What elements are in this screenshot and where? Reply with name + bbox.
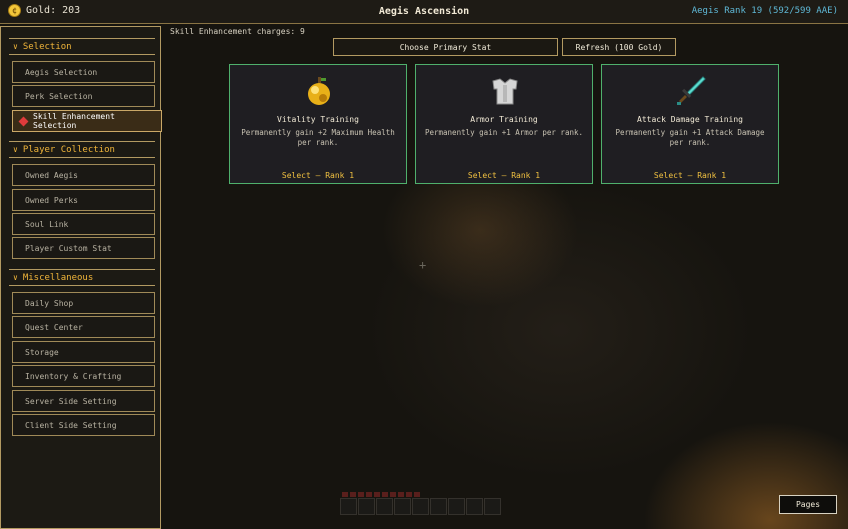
chevron-down-icon: ∨ — [13, 273, 18, 282]
pages-button[interactable]: Pages — [779, 495, 837, 514]
skill-card-armor[interactable]: Armor Training Permanently gain +1 Armor… — [415, 64, 593, 184]
sidebar-item-daily-shop[interactable]: Daily Shop — [12, 292, 155, 314]
card-description: Permanently gain +1 Armor per rank. — [424, 128, 584, 137]
sidebar-item-skill-enhancement-selection[interactable]: Skill Enhancement Selection — [12, 110, 162, 132]
sidebar-item-label: Quest Center — [25, 322, 83, 332]
sidebar-item-label: Daily Shop — [25, 298, 74, 308]
hotbar-slot — [376, 498, 393, 515]
refresh-button[interactable]: Refresh (100 Gold) — [562, 38, 676, 56]
sidebar: ∨ Selection Aegis Selection Perk Selecti… — [0, 26, 162, 529]
hotbar-slot — [412, 498, 429, 515]
choose-primary-stat-button[interactable]: Choose Primary Stat — [333, 38, 558, 56]
health-bar — [342, 492, 420, 497]
sidebar-item-owned-perks[interactable]: Owned Perks — [12, 189, 155, 211]
chevron-down-icon: ∨ — [13, 42, 18, 51]
skill-card-attack-damage[interactable]: Attack Damage Training Permanently gain … — [601, 64, 779, 184]
heart-icon — [366, 492, 372, 497]
hotbar-slot — [394, 498, 411, 515]
charges-label: Skill Enhancement charges: 9 — [170, 27, 305, 36]
sidebar-item-label: Storage — [25, 347, 59, 357]
section-label: Selection — [22, 41, 72, 52]
sidebar-item-label: Soul Link — [25, 219, 69, 229]
sidebar-item-storage[interactable]: Storage — [12, 341, 155, 363]
card-description: Permanently gain +2 Maximum Health per r… — [241, 128, 395, 147]
hotbar-slot — [430, 498, 447, 515]
diamond-sword-icon — [677, 76, 706, 105]
hotbar-slot — [448, 498, 465, 515]
sidebar-item-owned-aegis[interactable]: Owned Aegis — [12, 164, 155, 186]
heart-icon — [342, 492, 348, 497]
sidebar-item-label: Perk Selection — [25, 91, 93, 101]
sidebar-item-label: Owned Aegis — [25, 170, 78, 180]
sidebar-item-label: Player Custom Stat — [25, 243, 112, 253]
heart-icon — [398, 492, 404, 497]
sidebar-item-label: Server Side Setting — [25, 396, 117, 406]
skill-card-vitality[interactable]: Vitality Training Permanently gain +2 Ma… — [229, 64, 407, 184]
section-header-miscellaneous[interactable]: ∨ Miscellaneous — [9, 269, 155, 286]
sidebar-item-client-side-setting[interactable]: Client Side Setting — [12, 414, 155, 436]
sidebar-item-server-side-setting[interactable]: Server Side Setting — [12, 390, 155, 412]
chevron-down-icon: ∨ — [13, 145, 18, 154]
card-select-label: Select — Rank 1 — [653, 171, 727, 180]
hotbar-slot — [340, 498, 357, 515]
section-label: Player Collection — [22, 144, 115, 155]
hotbar-slot — [358, 498, 375, 515]
heart-icon — [358, 492, 364, 497]
aegis-rank-label: Aegis Rank 19 (592/599 AAE) — [691, 6, 838, 16]
sidebar-item-label: Owned Perks — [25, 195, 78, 205]
heart-icon — [390, 492, 396, 497]
heart-icon — [382, 492, 388, 497]
heart-icon — [350, 492, 356, 497]
sidebar-item-aegis-selection[interactable]: Aegis Selection — [12, 61, 155, 83]
top-bar: ¢ Gold: 203 Aegis Ascension Aegis Rank 1… — [0, 0, 848, 24]
chestplate-icon — [492, 78, 518, 105]
active-marker-icon — [18, 116, 29, 126]
sidebar-item-label: Inventory & Crafting — [25, 371, 122, 381]
hotbar-slot — [484, 498, 501, 515]
section-header-player-collection[interactable]: ∨ Player Collection — [9, 141, 155, 158]
crosshair-icon: + — [419, 258, 427, 272]
card-title: Vitality Training — [277, 115, 359, 124]
sidebar-item-soul-link[interactable]: Soul Link — [12, 213, 155, 235]
sidebar-item-label: Client Side Setting — [25, 420, 117, 430]
card-title: Attack Damage Training — [637, 115, 743, 124]
golden-apple-icon — [308, 77, 330, 105]
sidebar-item-inventory-crafting[interactable]: Inventory & Crafting — [12, 365, 155, 387]
heart-icon — [374, 492, 380, 497]
sidebar-item-perk-selection[interactable]: Perk Selection — [12, 85, 155, 107]
card-description: Permanently gain +1 Attack Damage per ra… — [615, 128, 765, 147]
card-title: Armor Training — [470, 115, 538, 124]
hotbar — [340, 498, 501, 515]
sidebar-item-quest-center[interactable]: Quest Center — [12, 316, 155, 338]
heart-icon — [406, 492, 412, 497]
sidebar-item-label: Aegis Selection — [25, 67, 98, 77]
card-select-label: Select — Rank 1 — [281, 171, 355, 180]
card-select-label: Select — Rank 1 — [467, 171, 541, 180]
hotbar-slot — [466, 498, 483, 515]
section-header-selection[interactable]: ∨ Selection — [9, 38, 155, 55]
heart-icon — [414, 492, 420, 497]
sidebar-item-label: Skill Enhancement Selection — [33, 112, 115, 130]
section-label: Miscellaneous — [22, 272, 94, 283]
sidebar-item-player-custom-stat[interactable]: Player Custom Stat — [12, 237, 155, 259]
